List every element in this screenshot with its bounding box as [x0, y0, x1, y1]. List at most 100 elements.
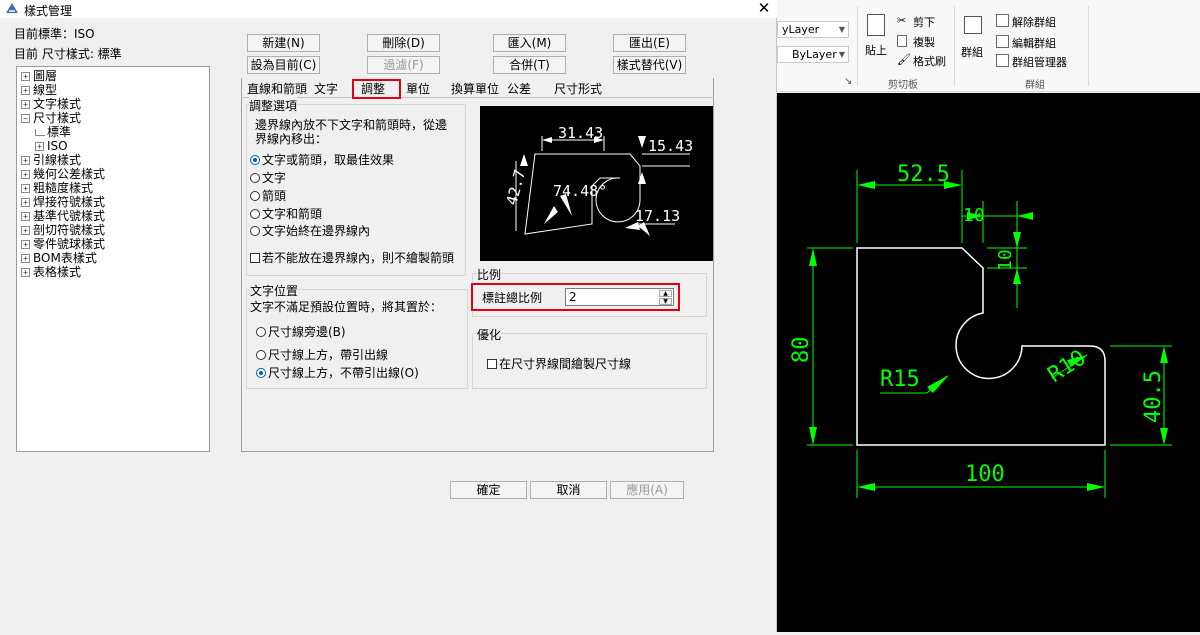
tree-item-dim-style[interactable]: − 尺寸樣式: [21, 111, 209, 125]
fit-option-label: 文字或箭頭，取最佳效果: [262, 153, 395, 167]
apply-button[interactable]: 應用(A): [610, 481, 684, 499]
optimize-title: 優化: [477, 326, 502, 343]
dialog-launcher-icon[interactable]: ↘: [844, 76, 852, 87]
tree-item-layer[interactable]: + 圖層: [21, 69, 209, 83]
merge-button[interactable]: 合併(T): [493, 56, 566, 74]
set-current-button[interactable]: 設為目前(C): [247, 56, 320, 74]
expand-icon[interactable]: +: [21, 155, 30, 165]
close-icon[interactable]: ✕: [756, 0, 772, 18]
preview-drawing: 31.43 15.43 42.7 74.48° 17.13: [502, 124, 693, 236]
tree-item-gdt-style[interactable]: + 幾何公差樣式: [21, 167, 209, 181]
ungroup-button[interactable]: 解除群組: [996, 14, 1076, 29]
placement-over-with-leader[interactable]: 尺寸線上方，帶引出線: [256, 346, 388, 363]
tree-item-section-style[interactable]: + 剖切符號樣式: [21, 223, 209, 237]
dim-text-40-5: 40.5: [1141, 370, 1166, 423]
tab-lines-arrows[interactable]: 直線和箭頭: [247, 80, 307, 98]
tab-tolerance[interactable]: 公差: [507, 80, 531, 98]
tree-item-iso[interactable]: + ISO: [21, 139, 209, 153]
radio-icon: [250, 225, 260, 236]
format-painter-button[interactable]: 🖌 格式刷: [897, 53, 953, 68]
separator: [857, 6, 858, 86]
collapse-icon[interactable]: −: [21, 113, 30, 123]
group-icon: [964, 16, 982, 34]
tree-item-label: 尺寸樣式: [33, 111, 82, 125]
cad-canvas[interactable]: 52.5 10 10 80 R15 R10 40.5 100: [777, 93, 1200, 632]
tree-item-linetype[interactable]: + 線型: [21, 83, 209, 97]
fit-options-title: 調整選項: [249, 97, 298, 114]
layer-combo[interactable]: yLayer ▼: [777, 21, 849, 38]
tab-alt-units[interactable]: 換算單位: [451, 80, 499, 98]
cut-button[interactable]: ✂ 剪下: [897, 14, 947, 29]
expand-icon[interactable]: +: [21, 99, 30, 109]
expand-icon[interactable]: +: [21, 169, 30, 179]
fit-option-text-arrows[interactable]: 文字和箭頭: [250, 205, 322, 222]
fit-option-arrows[interactable]: 箭頭: [250, 187, 286, 204]
tab-dim-form[interactable]: 尺寸形式: [554, 80, 602, 98]
expand-icon[interactable]: +: [21, 211, 30, 221]
tab-strip: 直線和箭頭 文字 調整 單位 換算單位 公差 尺寸形式: [241, 80, 714, 98]
expand-icon[interactable]: +: [21, 183, 30, 193]
group-button[interactable]: 群組: [961, 14, 987, 60]
ungroup-icon: [996, 14, 1009, 27]
tab-text[interactable]: 文字: [314, 80, 338, 98]
preview-dim-3: 42.7: [502, 167, 529, 207]
preview-pane: 31.43 15.43 42.7 74.48° 17.13: [480, 106, 713, 261]
tree-item-leader-style[interactable]: + 引線樣式: [21, 153, 209, 167]
copy-button[interactable]: 複製: [897, 34, 947, 49]
radio-icon: [250, 190, 260, 201]
expand-icon[interactable]: +: [21, 253, 30, 263]
cut-label: 剪下: [913, 16, 935, 29]
export-button[interactable]: 匯出(E): [613, 34, 686, 52]
tree-item-roughness-style[interactable]: + 粗糙度樣式: [21, 181, 209, 195]
draw-dimline-between-checkbox[interactable]: 在尺寸界線間繪製尺寸線: [487, 355, 631, 372]
delete-button[interactable]: 刪除(D): [367, 34, 440, 52]
separator: [954, 6, 955, 86]
tree-item-datum-style[interactable]: + 基準代號樣式: [21, 209, 209, 223]
placement-over-no-leader[interactable]: 尺寸線上方，不帶引出線(O): [256, 364, 419, 381]
tree-item-bom-style[interactable]: + BOM表樣式: [21, 251, 209, 265]
import-button[interactable]: 匯入(M): [493, 34, 566, 52]
group-manager-button[interactable]: 群組管理器: [996, 54, 1086, 69]
tree-item-balloon-style[interactable]: + 零件號球樣式: [21, 237, 209, 251]
placement-beside-dimline[interactable]: 尺寸線旁邊(B): [256, 323, 346, 340]
tab-units[interactable]: 單位: [406, 80, 430, 98]
suppress-arrows-checkbox[interactable]: 若不能放在邊界線內，則不繪製箭頭: [250, 249, 454, 266]
expand-icon[interactable]: +: [35, 141, 44, 151]
edit-group-button[interactable]: 編輯群組: [996, 35, 1076, 50]
tree-item-standard[interactable]: 標準: [21, 125, 209, 139]
fit-option-label: 文字: [262, 171, 287, 185]
copy-icon: [897, 35, 907, 47]
ok-button[interactable]: 確定: [450, 481, 527, 499]
cancel-button[interactable]: 取消: [530, 481, 607, 499]
override-button[interactable]: 樣式替代(V): [613, 56, 686, 74]
current-dim-style: 目前 尺寸樣式: 標準: [14, 47, 122, 61]
format-painter-label: 格式刷: [913, 55, 946, 68]
fit-option-always-inside[interactable]: 文字始終在邊界線內: [250, 222, 370, 239]
fit-option-text[interactable]: 文字: [250, 169, 286, 186]
draw-dimline-label: 在尺寸界線間繪製尺寸線: [499, 357, 632, 371]
expand-icon[interactable]: +: [21, 239, 30, 249]
expand-icon[interactable]: +: [21, 71, 30, 81]
fit-option-best[interactable]: 文字或箭頭，取最佳效果: [250, 151, 394, 168]
radio-icon: [250, 208, 260, 219]
edit-group-label: 編輯群組: [1012, 37, 1056, 50]
expand-icon[interactable]: +: [21, 267, 30, 277]
expand-icon[interactable]: +: [21, 85, 30, 95]
style-tree[interactable]: + 圖層 + 線型 + 文字樣式 − 尺寸樣式 標準 + ISO + 引線樣式 + 幾何公差樣…: [16, 66, 210, 452]
tree-item-table-style[interactable]: + 表格樣式: [21, 265, 209, 279]
chevron-down-icon: ▼: [838, 50, 845, 59]
filter-button[interactable]: 過濾(F): [367, 56, 440, 74]
tree-item-weld-style[interactable]: + 焊接符號樣式: [21, 195, 209, 209]
tree-item-label: 文字樣式: [33, 97, 82, 111]
expand-icon[interactable]: +: [21, 197, 30, 207]
new-button[interactable]: 新建(N): [247, 34, 320, 52]
expand-icon[interactable]: +: [21, 225, 30, 235]
tree-item-text-style[interactable]: + 文字樣式: [21, 97, 209, 111]
style-manager-dialog: 樣式管理 ✕ 目前標準：ISO 目前 尺寸樣式: 標準 + 圖層 + 線型 + 文字樣…: [0, 0, 777, 632]
paste-button[interactable]: 貼上: [865, 12, 889, 62]
dim-text-100: 100: [965, 462, 1005, 487]
checkbox-icon: [487, 358, 497, 369]
checkbox-icon: [250, 252, 260, 263]
tree-item-label: 基準代號樣式: [33, 209, 106, 223]
linetype-combo[interactable]: ByLayer ▼: [777, 46, 849, 63]
